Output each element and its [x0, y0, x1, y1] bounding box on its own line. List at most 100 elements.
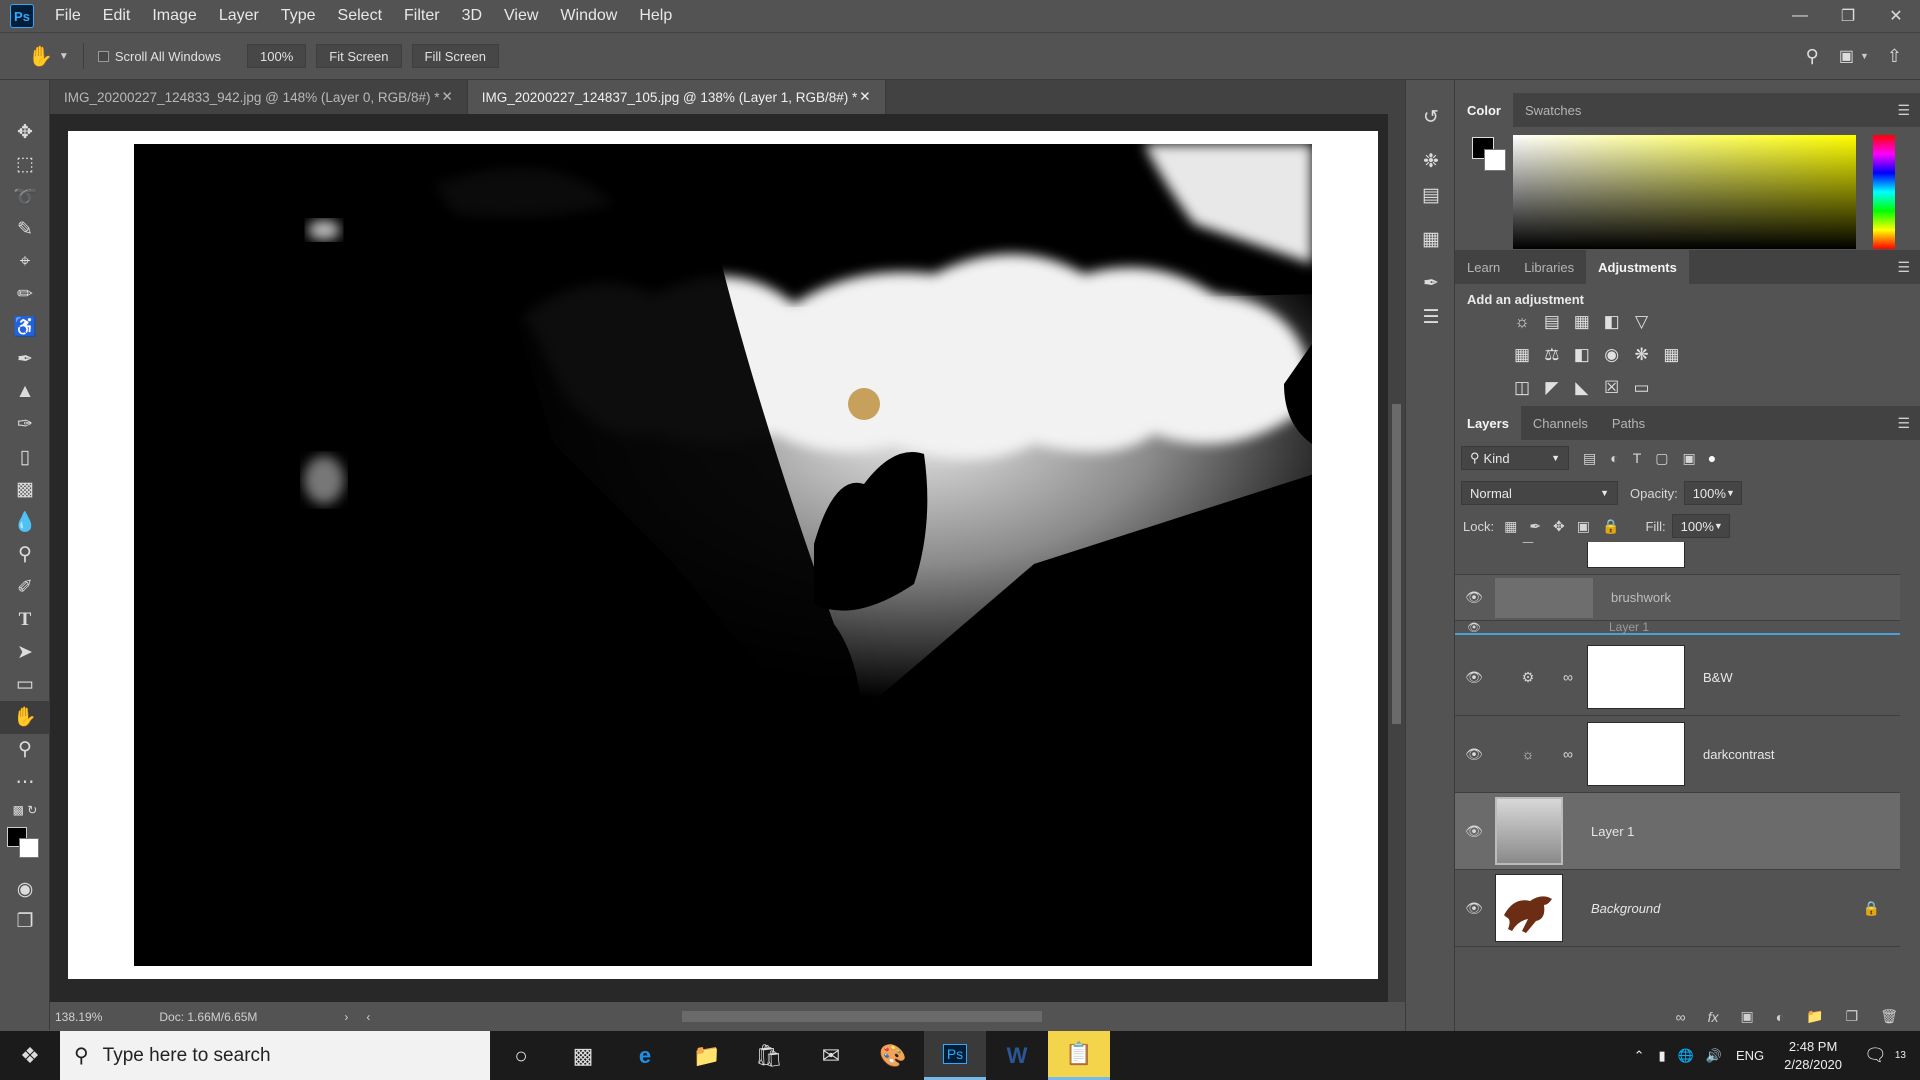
layer-name[interactable]: B&W [1703, 670, 1733, 685]
brush-tool-icon[interactable]: ✒ [0, 344, 50, 377]
blur-tool-icon[interactable]: 💧 [0, 506, 50, 539]
store-icon[interactable]: 🛍 [738, 1031, 800, 1080]
layer-row[interactable]: 👁 Background 🔒 [1455, 870, 1900, 947]
chevron-down-icon[interactable]: ▼ [59, 51, 69, 62]
vertical-scrollbar[interactable] [1388, 114, 1405, 1002]
menu-filter[interactable]: Filter [393, 0, 451, 32]
chevron-up-icon[interactable]: ⌃ [1634, 1048, 1645, 1064]
quick-mask-icon[interactable]: ◉ [0, 873, 50, 906]
filter-pixel-icon[interactable]: ▤ [1583, 450, 1596, 467]
clock[interactable]: 2:48 PM 2/28/2020 [1784, 1038, 1842, 1074]
threshold-icon[interactable]: ◣ [1569, 375, 1595, 401]
tab-learn[interactable]: Learn [1455, 250, 1512, 284]
fill-input[interactable]: 100% ▼ [1671, 514, 1730, 538]
sticky-app-icon[interactable]: 📋 [1048, 1031, 1110, 1080]
quick-select-tool-icon[interactable]: ✎ [0, 214, 50, 247]
hand-tool-icon[interactable]: ✋ [0, 701, 50, 734]
new-adjustment-icon[interactable]: ◐ [1776, 1009, 1784, 1025]
add-mask-icon[interactable]: ▣ [1741, 1008, 1754, 1025]
opacity-input[interactable]: 100% ▼ [1683, 481, 1742, 505]
menu-3d[interactable]: 3D [451, 0, 493, 32]
volume-icon[interactable]: 🔊 [1706, 1048, 1722, 1064]
new-group-icon[interactable]: 📁 [1806, 1008, 1823, 1025]
history-brush-tool-icon[interactable]: ✑ [0, 409, 50, 442]
task-view-icon[interactable]: ▩ [552, 1031, 614, 1080]
visibility-eye-icon[interactable]: 👁 [1455, 746, 1493, 763]
blend-mode-select[interactable]: Normal ▼ [1461, 481, 1618, 505]
gradient-map-icon[interactable]: ▭ [1629, 375, 1655, 401]
filter-shape-icon[interactable]: ▢ [1655, 450, 1668, 467]
swap-colors-icon[interactable]: ▩ ↻ [0, 799, 50, 821]
link-icon[interactable]: ∞ [1563, 746, 1579, 762]
black-white-icon[interactable]: ◧ [1569, 342, 1595, 368]
doc-tab-1[interactable]: IMG_20200227_124833_942.jpg @ 148% (Laye… [50, 80, 468, 114]
hand-tool-icon[interactable]: ✋ [28, 44, 53, 69]
search-icon[interactable]: ⚲ [1806, 46, 1819, 67]
panel-menu-icon[interactable]: ☰ [1897, 415, 1910, 432]
color-lookup-icon[interactable]: ▦ [1658, 342, 1684, 368]
menu-file[interactable]: File [44, 0, 92, 32]
status-arrow-icon[interactable]: › [344, 1010, 348, 1024]
marquee-tool-icon[interactable]: ⬚ [0, 149, 50, 182]
scroll-thumb[interactable] [1392, 404, 1401, 724]
filter-toggle-icon[interactable]: ● [1708, 450, 1716, 466]
visibility-eye-icon[interactable]: 👁 [1455, 589, 1493, 606]
fx-icon[interactable]: fx [1708, 1009, 1719, 1025]
delete-layer-icon[interactable]: 🗑 [1880, 1008, 1898, 1025]
brush-settings-icon[interactable]: ❉ [1406, 144, 1456, 178]
layer-mask-thumbnail[interactable] [1587, 722, 1685, 786]
history-icon[interactable]: ↺ [1406, 100, 1456, 134]
notifications-icon[interactable]: 🗨 [1864, 1045, 1887, 1066]
close-icon[interactable]: ✕ [859, 89, 870, 105]
workspace-chevron-icon[interactable]: ▼ [1860, 51, 1869, 61]
zoom-tool-icon[interactable]: ⚲ [0, 734, 50, 767]
brightness-contrast-icon[interactable]: ☼ [1509, 309, 1535, 335]
hue-slider[interactable] [1873, 135, 1895, 249]
color-balance-icon[interactable]: ⚖ [1539, 342, 1565, 368]
hue-saturation-icon[interactable]: ▦ [1509, 342, 1535, 368]
panel-menu-icon[interactable]: ☰ [1897, 259, 1910, 276]
panel-menu-icon[interactable]: ☰ [1897, 102, 1910, 119]
new-layer-icon[interactable]: ❐ [1846, 1008, 1859, 1025]
background-color-swatch[interactable] [19, 838, 39, 858]
close-icon[interactable]: ✕ [1872, 0, 1920, 32]
gradient-tool-icon[interactable]: ▩ [0, 474, 50, 507]
menu-type[interactable]: Type [270, 0, 327, 32]
zoom-100-button[interactable]: 100% [247, 44, 307, 68]
color-field[interactable] [1513, 135, 1856, 249]
tab-adjustments[interactable]: Adjustments [1586, 250, 1689, 284]
battery-icon[interactable]: ▮ [1658, 1048, 1665, 1064]
menu-image[interactable]: Image [141, 0, 207, 32]
menu-layer[interactable]: Layer [208, 0, 270, 32]
menu-select[interactable]: Select [327, 0, 393, 32]
start-icon[interactable]: ❖ [0, 1031, 60, 1080]
histogram-icon[interactable]: ▤ [1406, 178, 1456, 212]
horizontal-scrollbar[interactable] [682, 1011, 1042, 1022]
edge-icon[interactable]: e [614, 1031, 676, 1080]
eyedropper-tool-icon[interactable]: ✏ [0, 279, 50, 312]
layer-name[interactable]: Background [1591, 901, 1660, 916]
channel-mixer-icon[interactable]: ❋ [1629, 342, 1655, 368]
word-icon[interactable]: W [986, 1031, 1048, 1080]
brushes-icon[interactable]: ✒ [1406, 266, 1456, 300]
fit-screen-button[interactable]: Fit Screen [316, 44, 402, 68]
filter-adjustment-icon[interactable]: ◐ [1610, 450, 1618, 466]
layer-name[interactable]: darkcontrast [1703, 747, 1775, 762]
path-select-tool-icon[interactable]: ➤ [0, 636, 50, 669]
layer-row-dragging[interactable]: 👁 Layer 1 [1455, 620, 1900, 635]
layer-name[interactable]: Layer 1 [1591, 824, 1634, 839]
lock-all-icon[interactable]: 🔒 [1602, 518, 1619, 535]
type-tool-icon[interactable]: T [0, 604, 50, 637]
document-image[interactable] [134, 144, 1312, 966]
rectangle-tool-icon[interactable]: ▭ [0, 669, 50, 702]
screen-mode-icon[interactable]: ❐ [0, 905, 50, 938]
levels-icon[interactable]: ▤ [1539, 309, 1565, 335]
posterize-icon[interactable]: ◤ [1539, 375, 1565, 401]
filter-type-icon[interactable]: T [1633, 450, 1642, 466]
doc-size-readout[interactable]: Doc: 1.66M/6.65M [159, 1010, 257, 1024]
adjust-sliders-icon[interactable]: ☰ [1406, 300, 1456, 334]
more-tools-icon[interactable]: ⋯ [0, 766, 50, 799]
tab-channels[interactable]: Channels [1521, 406, 1600, 440]
link-icon[interactable]: ∞ [1563, 542, 1579, 544]
filter-smart-icon[interactable]: ▣ [1683, 450, 1696, 467]
